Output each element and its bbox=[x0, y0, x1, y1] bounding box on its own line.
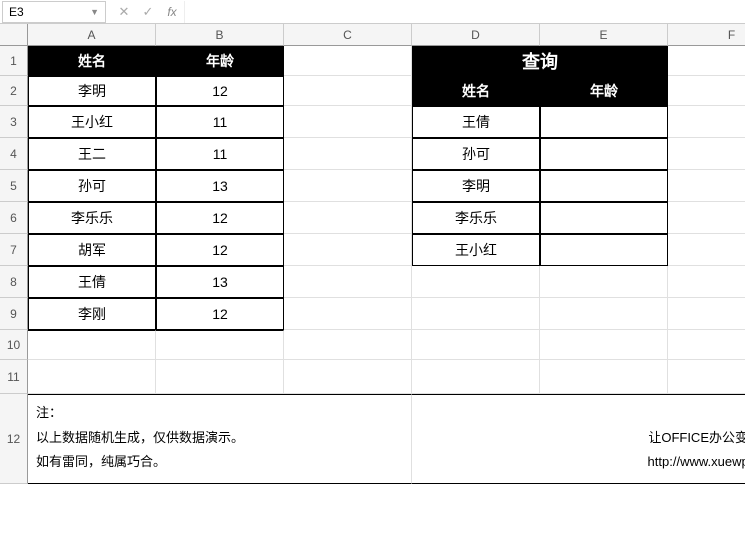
left-header-age[interactable]: 年龄 bbox=[156, 46, 284, 76]
row-header-10[interactable]: 10 bbox=[0, 330, 28, 360]
left-row-0-age[interactable]: 12 bbox=[156, 76, 284, 106]
col-header-C[interactable]: C bbox=[284, 24, 412, 46]
cell-reference: E3 bbox=[9, 5, 24, 19]
query-row-1-age[interactable] bbox=[540, 138, 668, 170]
cell-D9[interactable] bbox=[412, 298, 540, 330]
cell-B10[interactable] bbox=[156, 330, 284, 360]
col-header-D[interactable]: D bbox=[412, 24, 540, 46]
query-header-name[interactable]: 姓名 bbox=[412, 76, 540, 106]
left-row-4-name[interactable]: 李乐乐 bbox=[28, 202, 156, 234]
cell-F2[interactable] bbox=[668, 76, 745, 106]
cell-C1[interactable] bbox=[284, 46, 412, 76]
left-row-6-age[interactable]: 13 bbox=[156, 266, 284, 298]
left-row-3-age[interactable]: 13 bbox=[156, 170, 284, 202]
cell-E8[interactable] bbox=[540, 266, 668, 298]
left-row-5-name[interactable]: 胡军 bbox=[28, 234, 156, 266]
dropdown-icon[interactable]: ▼ bbox=[90, 7, 99, 17]
formula-input[interactable] bbox=[184, 1, 745, 23]
left-row-2-age[interactable]: 11 bbox=[156, 138, 284, 170]
cell-C8[interactable] bbox=[284, 266, 412, 298]
col-header-F[interactable]: F bbox=[668, 24, 745, 46]
col-header-B[interactable]: B bbox=[156, 24, 284, 46]
query-row-3-name[interactable]: 李乐乐 bbox=[412, 202, 540, 234]
row-header-1[interactable]: 1 bbox=[0, 46, 28, 76]
cell-D11[interactable] bbox=[412, 360, 540, 394]
left-header-name[interactable]: 姓名 bbox=[28, 46, 156, 76]
spreadsheet-grid: A B C D E F 1 姓名 年龄 查询 2 李明 12 姓名 年龄 3 王… bbox=[0, 24, 745, 484]
cancel-icon[interactable]: ✕ bbox=[112, 1, 136, 23]
cell-E11[interactable] bbox=[540, 360, 668, 394]
name-box[interactable]: E3 ▼ bbox=[2, 1, 106, 23]
fx-icon[interactable]: fx bbox=[160, 1, 184, 23]
cell-B11[interactable] bbox=[156, 360, 284, 394]
row-header-3[interactable]: 3 bbox=[0, 106, 28, 138]
left-row-2-name[interactable]: 王二 bbox=[28, 138, 156, 170]
row-header-4[interactable]: 4 bbox=[0, 138, 28, 170]
row-header-9[interactable]: 9 bbox=[0, 298, 28, 330]
query-row-1-name[interactable]: 孙可 bbox=[412, 138, 540, 170]
row-header-11[interactable]: 11 bbox=[0, 360, 28, 394]
cell-C2[interactable] bbox=[284, 76, 412, 106]
query-row-2-age[interactable] bbox=[540, 170, 668, 202]
cell-E10[interactable] bbox=[540, 330, 668, 360]
cell-C5[interactable] bbox=[284, 170, 412, 202]
row-header-6[interactable]: 6 bbox=[0, 202, 28, 234]
query-header-age[interactable]: 年龄 bbox=[540, 76, 668, 106]
query-row-3-age[interactable] bbox=[540, 202, 668, 234]
cell-C11[interactable] bbox=[284, 360, 412, 394]
cell-E9[interactable] bbox=[540, 298, 668, 330]
cell-C3[interactable] bbox=[284, 106, 412, 138]
cell-F6[interactable] bbox=[668, 202, 745, 234]
select-all-corner[interactable] bbox=[0, 24, 28, 46]
left-row-5-age[interactable]: 12 bbox=[156, 234, 284, 266]
cell-F3[interactable] bbox=[668, 106, 745, 138]
col-header-A[interactable]: A bbox=[28, 24, 156, 46]
row-header-5[interactable]: 5 bbox=[0, 170, 28, 202]
left-row-1-name[interactable]: 王小红 bbox=[28, 106, 156, 138]
left-row-3-name[interactable]: 孙可 bbox=[28, 170, 156, 202]
left-row-6-name[interactable]: 王倩 bbox=[28, 266, 156, 298]
query-row-2-name[interactable]: 李明 bbox=[412, 170, 540, 202]
row-header-8[interactable]: 8 bbox=[0, 266, 28, 298]
query-row-0-name[interactable]: 王倩 bbox=[412, 106, 540, 138]
cell-F9[interactable] bbox=[668, 298, 745, 330]
query-title[interactable]: 查询 bbox=[412, 46, 668, 76]
note-left[interactable]: 注： 以上数据随机生成，仅供数据演示。 如有雷同，纯属巧合。 bbox=[28, 394, 412, 484]
cell-A10[interactable] bbox=[28, 330, 156, 360]
left-row-0-name[interactable]: 李明 bbox=[28, 76, 156, 106]
cell-F5[interactable] bbox=[668, 170, 745, 202]
cell-F1[interactable] bbox=[668, 46, 745, 76]
row-header-7[interactable]: 7 bbox=[0, 234, 28, 266]
cell-F10[interactable] bbox=[668, 330, 745, 360]
note-right[interactable]: 学WPS 让OFFICE办公变得简单 http://www.xuewps.com… bbox=[412, 394, 745, 484]
cell-F4[interactable] bbox=[668, 138, 745, 170]
confirm-icon[interactable]: ✓ bbox=[136, 1, 160, 23]
cell-C4[interactable] bbox=[284, 138, 412, 170]
left-row-4-age[interactable]: 12 bbox=[156, 202, 284, 234]
row-header-12[interactable]: 12 bbox=[0, 394, 28, 484]
query-row-0-age[interactable] bbox=[540, 106, 668, 138]
col-header-E[interactable]: E bbox=[540, 24, 668, 46]
cell-F11[interactable] bbox=[668, 360, 745, 394]
query-row-4-age[interactable] bbox=[540, 234, 668, 266]
cell-D8[interactable] bbox=[412, 266, 540, 298]
left-row-7-age[interactable]: 12 bbox=[156, 298, 284, 330]
cell-F8[interactable] bbox=[668, 266, 745, 298]
left-row-1-age[interactable]: 11 bbox=[156, 106, 284, 138]
cell-A11[interactable] bbox=[28, 360, 156, 394]
cell-C10[interactable] bbox=[284, 330, 412, 360]
cell-D10[interactable] bbox=[412, 330, 540, 360]
cell-C9[interactable] bbox=[284, 298, 412, 330]
formula-bar: E3 ▼ ✕ ✓ fx bbox=[0, 0, 745, 24]
cell-C6[interactable] bbox=[284, 202, 412, 234]
query-row-4-name[interactable]: 王小红 bbox=[412, 234, 540, 266]
cell-F7[interactable] bbox=[668, 234, 745, 266]
row-header-2[interactable]: 2 bbox=[0, 76, 28, 106]
cell-C7[interactable] bbox=[284, 234, 412, 266]
left-row-7-name[interactable]: 李刚 bbox=[28, 298, 156, 330]
